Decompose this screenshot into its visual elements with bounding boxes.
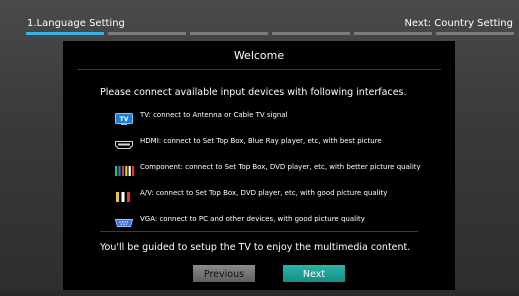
interface-row-component: Component: connect to Set Top Box, DVD p…: [115, 162, 445, 176]
progress-segment-1: [26, 32, 104, 35]
interface-row-av: A/V: connect to Set Top Box, DVD player,…: [115, 188, 445, 202]
component-icon: [115, 162, 135, 176]
progress-segment-4: [272, 32, 350, 35]
next-button[interactable]: Next: [283, 265, 345, 282]
interface-label-av: A/V: connect to Set Top Box, DVD player,…: [140, 189, 388, 197]
progress-segment-5: [354, 32, 432, 35]
interface-label-component: Component: connect to Set Top Box, DVD p…: [140, 163, 421, 171]
welcome-dialog: Welcome Please connect available input d…: [63, 41, 455, 290]
svg-text:TV: TV: [120, 116, 129, 123]
vga-icon: [114, 214, 134, 227]
previous-button[interactable]: Previous: [193, 265, 255, 282]
av-icon: [115, 188, 133, 202]
footer-divider: [100, 231, 418, 232]
title-divider: [77, 69, 441, 70]
intro-text: Please connect available input devices w…: [100, 87, 407, 98]
progress-segment-2: [108, 32, 186, 35]
interface-label-tv: TV: connect to Antenna or Cable TV signa…: [140, 111, 288, 119]
footer-text: You'll be guided to setup the TV to enjo…: [100, 242, 411, 253]
interface-row-tv: TV TV: connect to Antenna or Cable TV si…: [115, 110, 445, 125]
interface-row-hdmi: HDMI: connect to Set Top Box, Blue Ray p…: [115, 136, 445, 150]
progress-segment-6: [436, 32, 514, 35]
progress-segment-3: [190, 32, 268, 35]
interface-label-hdmi: HDMI: connect to Set Top Box, Blue Ray p…: [140, 137, 382, 145]
wizard-header: 1.Language Setting Next: Country Setting: [0, 0, 519, 40]
wizard-progress-bar: [0, 32, 519, 35]
tv-icon: TV: [115, 110, 133, 125]
hdmi-icon: [115, 136, 133, 149]
dialog-title: Welcome: [233, 49, 285, 62]
step-title: 1.Language Setting: [27, 18, 125, 29]
interface-row-vga: VGA: connect to PC and other devices, wi…: [114, 214, 445, 228]
next-step-label: Next: Country Setting: [404, 18, 513, 29]
bottom-strip: [0, 290, 519, 296]
interface-label-vga: VGA: connect to PC and other devices, wi…: [140, 215, 365, 223]
